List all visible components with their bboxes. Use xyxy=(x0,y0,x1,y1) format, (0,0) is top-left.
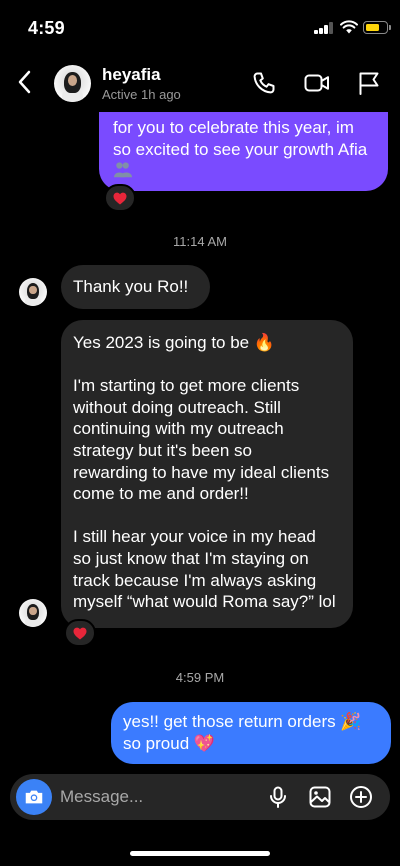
wifi-icon xyxy=(340,20,358,34)
timestamp: 4:59 PM xyxy=(175,670,225,685)
timestamp: 11:14 AM xyxy=(173,234,227,249)
back-icon[interactable] xyxy=(14,68,36,96)
status-time: 4:59 xyxy=(28,18,65,38)
header-active-status: Active 1h ago xyxy=(102,87,181,102)
sender-avatar[interactable] xyxy=(19,599,47,627)
message-received[interactable]: Yes 2023 is going to be 🔥 I'm starting t… xyxy=(61,320,353,628)
message-thread[interactable]: for you to celebrate this year, im so ex… xyxy=(0,100,400,774)
add-circle-icon[interactable] xyxy=(349,785,373,809)
heart-icon xyxy=(73,627,87,639)
heart-icon xyxy=(113,192,127,204)
message-composer xyxy=(10,774,390,820)
message-text: Thank you Ro!! xyxy=(73,277,189,296)
message-text: yes!! get those return orders 🎉 so proud… xyxy=(123,712,362,753)
reaction-badge[interactable] xyxy=(64,619,96,647)
battery-icon xyxy=(363,21,388,34)
battery-cap xyxy=(389,25,391,30)
cellular-signal-icon xyxy=(314,22,334,34)
sender-avatar[interactable] xyxy=(19,278,47,306)
flag-icon[interactable] xyxy=(355,69,383,97)
message-sent[interactable]: yes!! get those return orders 🎉 so proud… xyxy=(111,702,391,764)
message-sent[interactable]: for you to celebrate this year, im so ex… xyxy=(99,100,388,191)
reaction-badge[interactable] xyxy=(104,184,136,212)
phone-icon[interactable] xyxy=(250,69,278,97)
camera-button[interactable] xyxy=(16,779,52,815)
microphone-icon[interactable] xyxy=(266,785,290,809)
camera-icon xyxy=(25,790,43,804)
header-username[interactable]: heyafia xyxy=(102,65,161,85)
message-input[interactable] xyxy=(60,774,260,820)
chat-header: heyafia Active 1h ago xyxy=(0,56,400,112)
video-icon[interactable] xyxy=(303,69,331,97)
home-indicator[interactable] xyxy=(130,851,270,856)
status-bar: 4:59 xyxy=(0,0,400,56)
hug-emoji-icon xyxy=(114,162,132,178)
gallery-icon[interactable] xyxy=(308,785,332,809)
message-text: Yes 2023 is going to be 🔥 I'm starting t… xyxy=(73,333,336,612)
message-received[interactable]: Thank you Ro!! xyxy=(61,265,210,309)
header-avatar[interactable] xyxy=(54,65,91,102)
message-text: for you to celebrate this year, im so ex… xyxy=(113,118,368,159)
